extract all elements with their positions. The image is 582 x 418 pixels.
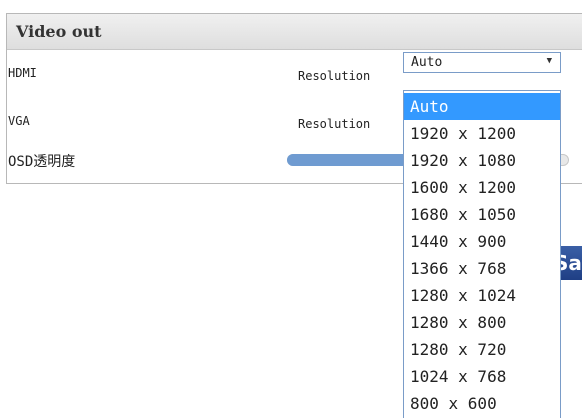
dropdown-option[interactable]: 1920 x 1200: [404, 120, 560, 147]
resolution-dropdown-list: Auto 1920 x 1200 1920 x 1080 1600 x 1200 168…: [403, 90, 561, 418]
dropdown-option[interactable]: 1280 x 720: [404, 336, 560, 363]
dropdown-arrow-icon: ▼: [546, 56, 552, 66]
dropdown-option[interactable]: 1680 x 1050: [404, 201, 560, 228]
dropdown-option[interactable]: 1440 x 900: [404, 228, 560, 255]
hdmi-resolution-select[interactable]: Auto ▼: [403, 52, 561, 73]
panel-title: Video out: [16, 22, 102, 41]
dropdown-option[interactable]: 1366 x 768: [404, 255, 560, 282]
vga-label: VGA: [8, 114, 30, 128]
dropdown-option[interactable]: 800 x 600: [404, 390, 560, 417]
osd-transparency-label: OSD透明度: [8, 154, 76, 170]
hdmi-resolution-label: Resolution: [298, 69, 371, 83]
hdmi-resolution-value: Auto: [411, 55, 443, 70]
dropdown-option[interactable]: 1280 x 1024: [404, 282, 560, 309]
dropdown-option[interactable]: 1600 x 1200: [404, 174, 560, 201]
dropdown-option[interactable]: Auto: [404, 93, 560, 120]
hdmi-label: HDMI: [8, 66, 37, 80]
dropdown-option[interactable]: 1920 x 1080: [404, 147, 560, 174]
panel-header: Video out: [7, 14, 582, 50]
dropdown-option[interactable]: 1024 x 768: [404, 363, 560, 390]
dropdown-option[interactable]: 1280 x 800: [404, 309, 560, 336]
vga-resolution-label: Resolution: [298, 117, 371, 131]
